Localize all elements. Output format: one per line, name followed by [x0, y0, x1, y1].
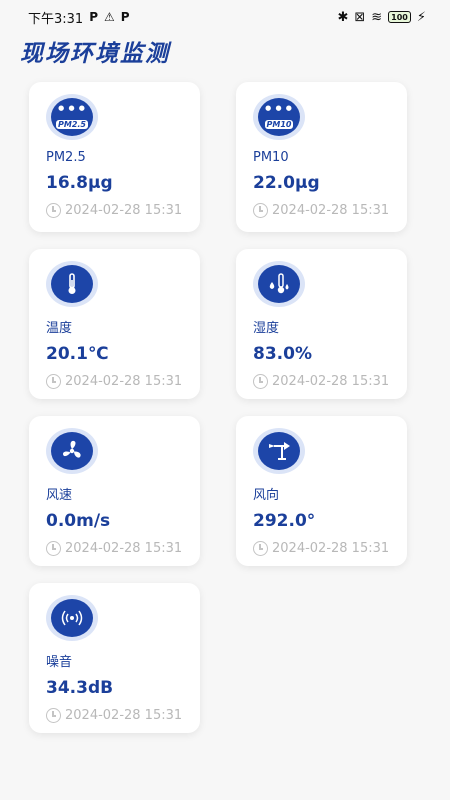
- sensor-value: 16.8μg: [46, 173, 113, 193]
- sensor-timestamp: 2024-02-28 15:31: [46, 203, 200, 218]
- timestamp-text: 2024-02-28 15:31: [65, 203, 183, 218]
- timestamp-text: 2024-02-28 15:31: [272, 374, 390, 389]
- clock-icon: [46, 708, 61, 723]
- sensor-timestamp: 2024-02-28 15:31: [46, 708, 200, 723]
- sensor-timestamp: 2024-02-28 15:31: [46, 541, 200, 556]
- timestamp-text: 2024-02-28 15:31: [65, 374, 183, 389]
- thermometer-icon: [46, 261, 98, 307]
- status-time: 下午3:31: [28, 11, 84, 27]
- humidity-icon: [253, 261, 305, 307]
- charging-icon: ⚡: [416, 9, 426, 25]
- sensor-label: 温度: [46, 321, 73, 336]
- timestamp-text: 2024-02-28 15:31: [272, 203, 390, 218]
- sensor-card-temperature[interactable]: 温度 20.1℃ 2024-02-28 15:31: [29, 249, 200, 399]
- clock-icon: [253, 374, 268, 389]
- pm25-icon-text: PM2.5: [56, 120, 88, 129]
- clock-icon: [46, 203, 61, 218]
- sensor-timestamp: 2024-02-28 15:31: [46, 374, 200, 389]
- status-left: 下午3:31 P ⚠ P: [28, 8, 130, 27]
- clock-icon: [46, 374, 61, 389]
- pm10-icon-text: PM10: [264, 120, 294, 129]
- sensor-value: 83.0%: [253, 344, 312, 364]
- status-bar: 下午3:31 P ⚠ P ✱ ⊠ ≋ 100 ⚡: [0, 0, 450, 34]
- sensor-card-wind-direction[interactable]: 风向 292.0° 2024-02-28 15:31: [236, 416, 407, 566]
- sensor-value: 22.0μg: [253, 173, 320, 193]
- sensor-timestamp: 2024-02-28 15:31: [253, 203, 407, 218]
- sensor-label: 噪音: [46, 655, 73, 670]
- pm10-icon: ● ● ● PM10: [253, 94, 305, 140]
- sensor-value: 0.0m/s: [46, 511, 111, 531]
- sensor-card-wind-speed[interactable]: 风速 0.0m/s 2024-02-28 15:31: [29, 416, 200, 566]
- sensor-label: 风向: [253, 488, 280, 503]
- clock-icon: [46, 541, 61, 556]
- pm25-icon: ● ● ● PM2.5: [46, 94, 98, 140]
- wifi-icon: ≋: [371, 9, 383, 25]
- clock-icon: [253, 203, 268, 218]
- sim-icon: ⊠: [354, 9, 366, 25]
- sensor-value: 20.1℃: [46, 344, 109, 364]
- sensor-card-humidity[interactable]: 湿度 83.0% 2024-02-28 15:31: [236, 249, 407, 399]
- wind-vane-icon: [253, 428, 305, 474]
- sensor-label: 湿度: [253, 321, 280, 336]
- sensor-label: 风速: [46, 488, 73, 503]
- sensor-card-pm25[interactable]: ● ● ● PM2.5 PM2.5 16.8μg 2024-02-28 15:3…: [29, 82, 200, 232]
- sensor-label: PM10: [253, 150, 289, 165]
- sensor-card-noise[interactable]: 噪音 34.3dB 2024-02-28 15:31: [29, 583, 200, 733]
- sensor-card-pm10[interactable]: ● ● ● PM10 PM10 22.0μg 2024-02-28 15:31: [236, 82, 407, 232]
- sensor-grid: ● ● ● PM2.5 PM2.5 16.8μg 2024-02-28 15:3…: [29, 82, 407, 733]
- sensor-label: PM2.5: [46, 150, 86, 165]
- status-right: ✱ ⊠ ≋ 100 ⚡: [337, 10, 426, 25]
- noise-icon: [46, 595, 98, 641]
- timestamp-text: 2024-02-28 15:31: [272, 541, 390, 556]
- bluetooth-icon: ✱: [337, 9, 349, 25]
- timestamp-text: 2024-02-28 15:31: [65, 541, 183, 556]
- sensor-timestamp: 2024-02-28 15:31: [253, 374, 407, 389]
- parking-icon: P: [89, 10, 98, 24]
- fan-icon: [46, 428, 98, 474]
- page-title: 现场环境监测: [20, 41, 170, 67]
- timestamp-text: 2024-02-28 15:31: [65, 708, 183, 723]
- sensor-value: 34.3dB: [46, 678, 114, 698]
- sensor-timestamp: 2024-02-28 15:31: [253, 541, 407, 556]
- parking-icon-2: P: [120, 10, 130, 24]
- battery-icon: 100: [388, 11, 411, 23]
- clock-icon: [253, 541, 268, 556]
- sensor-value: 292.0°: [253, 511, 316, 531]
- warning-icon: ⚠: [104, 10, 115, 24]
